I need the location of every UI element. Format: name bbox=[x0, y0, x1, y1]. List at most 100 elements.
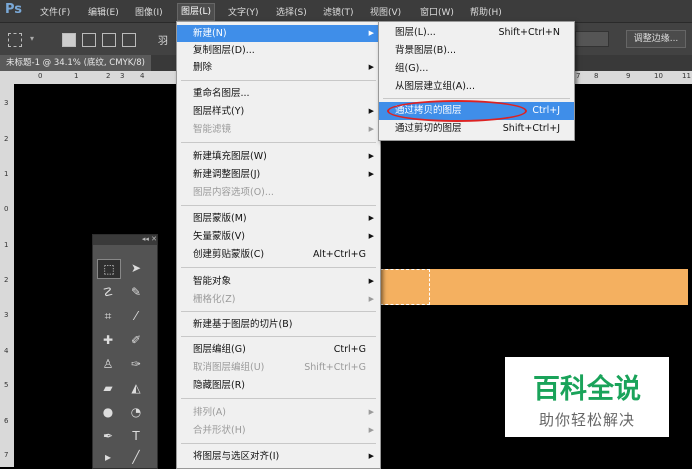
menu-item-smart-filter[interactable]: 智能滤镜 ▶ bbox=[177, 121, 380, 138]
ruler-tick: 7 bbox=[576, 72, 581, 80]
submenu-arrow-icon: ▶ bbox=[368, 277, 374, 285]
refine-edge-button[interactable]: 调整边缘... bbox=[626, 30, 686, 48]
menu-item-layer-style[interactable]: 图层样式(Y) ▶ bbox=[177, 103, 380, 120]
ruler-tick: 11 bbox=[682, 72, 691, 80]
history-brush-tool-icon[interactable]: ✑ bbox=[125, 355, 147, 373]
menu-separator bbox=[181, 205, 376, 206]
intersect-selection-icon[interactable] bbox=[122, 33, 136, 47]
marquee-tool-icon[interactable]: ⬚ bbox=[97, 259, 121, 279]
path-select-tool-icon[interactable]: ▸ bbox=[97, 448, 119, 466]
menu-separator bbox=[181, 267, 376, 268]
eyedropper-tool-icon[interactable]: ⁄ bbox=[125, 307, 147, 325]
eraser-tool-icon[interactable]: ▰ bbox=[97, 379, 119, 397]
ruler-tick: 1 bbox=[74, 72, 79, 80]
menu-item-layer-mask[interactable]: 图层蒙版(M) ▶ bbox=[177, 210, 380, 227]
type-tool-icon[interactable]: T bbox=[125, 427, 147, 445]
quick-select-tool-icon[interactable]: ✎ bbox=[125, 283, 147, 301]
marquee-preset-icon[interactable] bbox=[8, 33, 22, 47]
submenu-item-group[interactable]: 组(G)... bbox=[379, 60, 574, 78]
menu-select[interactable]: 选择(S) bbox=[276, 5, 307, 18]
menu-item-vector-mask[interactable]: 矢量蒙版(V) ▶ bbox=[177, 228, 380, 245]
menu-item-smart-object[interactable]: 智能对象 ▶ bbox=[177, 273, 380, 290]
add-selection-icon[interactable] bbox=[82, 33, 96, 47]
submenu-arrow-icon: ▶ bbox=[368, 426, 374, 434]
ruler-tick: 9 bbox=[626, 72, 631, 80]
crop-tool-icon[interactable]: ⌗ bbox=[97, 307, 119, 325]
ruler-tick: 3 bbox=[120, 72, 125, 80]
new-selection-icon[interactable] bbox=[62, 33, 76, 47]
healing-brush-tool-icon[interactable]: ✚ bbox=[97, 331, 119, 349]
menu-item-rename-layer[interactable]: 重命名图层... bbox=[177, 85, 380, 102]
submenu-item-group-from-layers[interactable]: 从图层建立组(A)... bbox=[379, 78, 574, 96]
blur-tool-icon[interactable]: ● bbox=[97, 403, 119, 421]
menu-item-duplicate-layer[interactable]: 复制图层(D)... bbox=[177, 42, 380, 59]
tools-panel-header[interactable]: ◂◂ ✕ bbox=[93, 235, 157, 245]
menu-item-create-clipping-mask[interactable]: 创建剪贴蒙版(C) Alt+Ctrl+G bbox=[177, 246, 380, 263]
submenu-arrow-icon: ▶ bbox=[368, 107, 374, 115]
paint-bucket-tool-icon[interactable]: ◭ bbox=[125, 379, 147, 397]
menu-item-ungroup-layers[interactable]: 取消图层编组(U) Shift+Ctrl+G bbox=[177, 359, 380, 376]
dropdown-arrow-icon[interactable]: ▾ bbox=[30, 34, 34, 43]
menu-item-new-fill-layer[interactable]: 新建填充图层(W) ▶ bbox=[177, 148, 380, 165]
ruler-tick: 3 bbox=[4, 99, 9, 107]
clone-stamp-tool-icon[interactable]: ♙ bbox=[97, 355, 119, 373]
document-tab[interactable]: 未标题-1 @ 34.1% (底纹, CMYK/8) bbox=[0, 55, 151, 71]
menu-help[interactable]: 帮助(H) bbox=[470, 5, 502, 18]
menu-separator bbox=[181, 311, 376, 312]
ruler-tick: 4 bbox=[4, 347, 9, 355]
ruler-tick: 1 bbox=[4, 241, 9, 249]
menu-file[interactable]: 文件(F) bbox=[40, 5, 70, 18]
menu-item-layer-content-options[interactable]: 图层内容选项(O)... bbox=[177, 184, 380, 201]
subtract-selection-icon[interactable] bbox=[102, 33, 116, 47]
ruler-tick: 2 bbox=[4, 276, 9, 284]
submenu-arrow-icon: ▶ bbox=[368, 408, 374, 416]
new-submenu: 图层(L)... Shift+Ctrl+N 背景图层(B)... 组(G)... … bbox=[378, 21, 575, 141]
menu-separator bbox=[181, 80, 376, 81]
menu-separator bbox=[181, 443, 376, 444]
ruler-tick: 0 bbox=[38, 72, 43, 80]
menu-layer[interactable]: 图层(L) bbox=[177, 3, 216, 21]
menu-separator bbox=[181, 398, 376, 399]
menu-image[interactable]: 图像(I) bbox=[135, 5, 163, 18]
menu-item-arrange[interactable]: 排列(A) ▶ bbox=[177, 404, 380, 421]
ruler-tick: 7 bbox=[4, 451, 9, 459]
submenu-item-layer[interactable]: 图层(L)... Shift+Ctrl+N bbox=[379, 24, 574, 42]
line-tool-icon[interactable]: ╱ bbox=[125, 448, 147, 466]
menu-separator bbox=[181, 142, 376, 143]
menu-item-new-layer-based-slice[interactable]: 新建基于图层的切片(B) bbox=[177, 316, 380, 333]
ruler-tick: 1 bbox=[4, 170, 9, 178]
menu-item-hide-layers[interactable]: 隐藏图层(R) bbox=[177, 377, 380, 394]
menu-view[interactable]: 视图(V) bbox=[370, 5, 401, 18]
menu-item-align-layers-to-selection[interactable]: 将图层与选区对齐(I) ▶ bbox=[177, 448, 380, 465]
menu-window[interactable]: 窗口(W) bbox=[420, 5, 454, 18]
ruler-tick: 6 bbox=[4, 417, 9, 425]
move-tool-icon[interactable]: ➤ bbox=[125, 259, 147, 277]
submenu-arrow-icon: ▶ bbox=[368, 214, 374, 222]
menu-item-new-adjustment-layer[interactable]: 新建调整图层(J) ▶ bbox=[177, 166, 380, 183]
submenu-arrow-icon: ▶ bbox=[368, 63, 374, 71]
menu-item-combine-shapes[interactable]: 合并形状(H) ▶ bbox=[177, 422, 380, 439]
menu-item-rasterize[interactable]: 栅格化(Z) ▶ bbox=[177, 291, 380, 308]
ruler-tick: 2 bbox=[4, 135, 9, 143]
brush-tool-icon[interactable]: ✐ bbox=[125, 331, 147, 349]
style-field[interactable] bbox=[575, 31, 609, 47]
menu-edit[interactable]: 编辑(E) bbox=[88, 5, 119, 18]
tools-panel: ◂◂ ✕ ⬚ ➤ ☡ ✎ ⌗ ⁄ ✚ ✐ ♙ ✑ ▰ ◭ ● ◔ ✒ T ▸ ╱ bbox=[92, 234, 158, 469]
pen-tool-icon[interactable]: ✒ bbox=[97, 427, 119, 445]
menu-item-new[interactable]: 新建(N) ▶ bbox=[177, 25, 380, 42]
submenu-item-layer-via-cut[interactable]: 通过剪切的图层 Shift+Ctrl+J bbox=[379, 120, 574, 138]
menu-type[interactable]: 文字(Y) bbox=[228, 5, 259, 18]
menu-filter[interactable]: 滤镜(T) bbox=[323, 5, 354, 18]
watermark-logo: 百科全说 助你轻松解决 bbox=[505, 357, 669, 437]
lasso-tool-icon[interactable]: ☡ bbox=[97, 283, 119, 301]
submenu-item-background-layer[interactable]: 背景图层(B)... bbox=[379, 42, 574, 60]
ruler-tick: 3 bbox=[4, 311, 9, 319]
marquee-selection bbox=[380, 269, 430, 305]
ruler-tick: 5 bbox=[4, 381, 9, 389]
watermark-subtitle: 助你轻松解决 bbox=[538, 411, 635, 429]
menu-item-group-layers[interactable]: 图层编组(G) Ctrl+G bbox=[177, 341, 380, 358]
watermark-title: 百科全说 bbox=[533, 374, 641, 405]
menu-item-delete[interactable]: 删除 ▶ bbox=[177, 59, 380, 76]
dodge-tool-icon[interactable]: ◔ bbox=[125, 403, 147, 421]
ruler-tick: 2 bbox=[106, 72, 111, 80]
